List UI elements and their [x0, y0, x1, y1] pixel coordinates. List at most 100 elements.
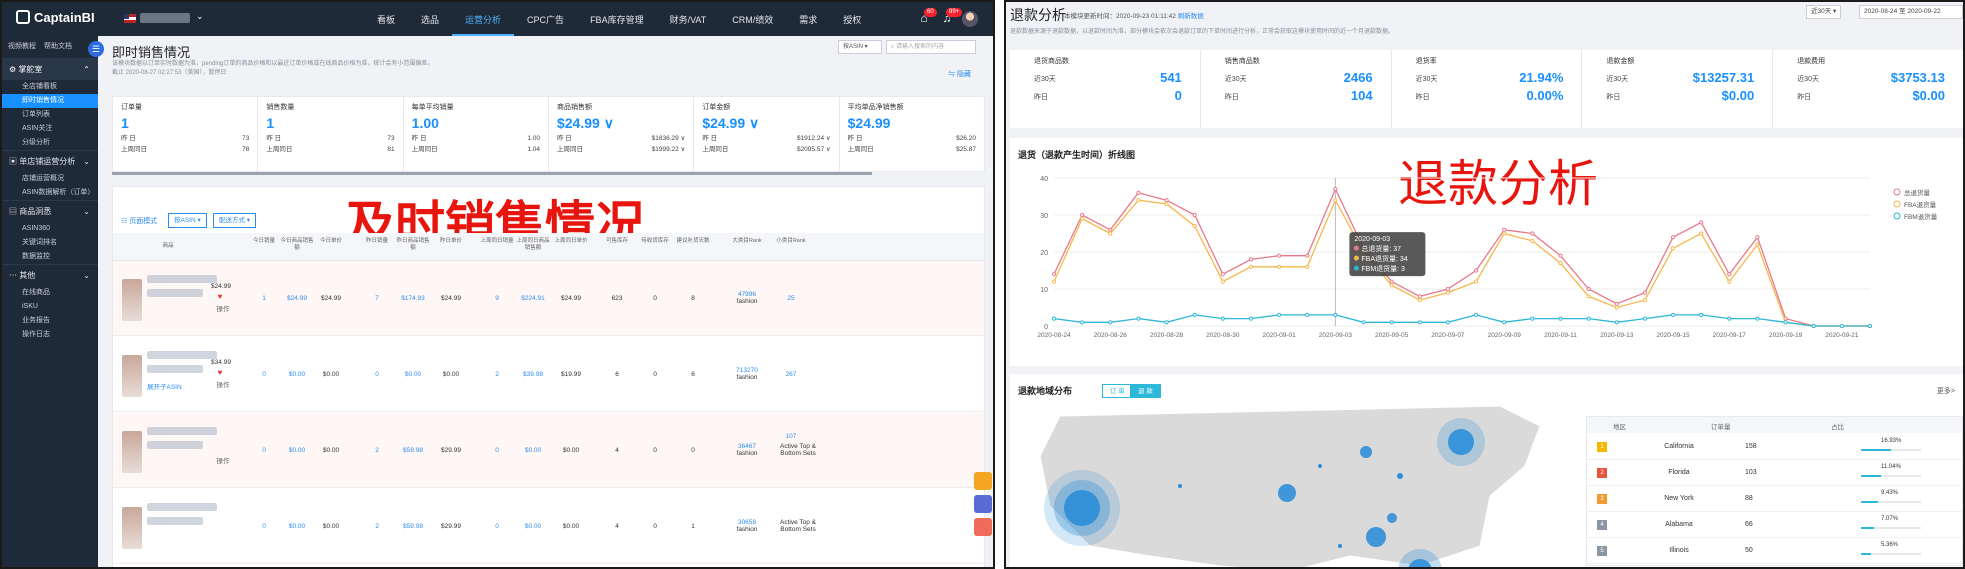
table-cell[interactable]: $59.98: [395, 447, 431, 454]
horizontal-scrollbar[interactable]: [112, 172, 872, 175]
rank-big-value[interactable]: 47996: [729, 291, 765, 298]
rank-small[interactable]: 107: [773, 433, 809, 440]
date-range-picker[interactable]: 2020-08-24 至 2020-09-22: [1859, 5, 1963, 19]
coupon-icon[interactable]: [974, 472, 992, 490]
sidebar-item[interactable]: iSKU: [2, 300, 98, 314]
column-header[interactable]: 待收货库存: [637, 238, 673, 245]
filter-ship-button[interactable]: 配送方式 ▾: [213, 213, 257, 228]
rank-big-value[interactable]: 30658: [729, 519, 765, 526]
sidebar-item[interactable]: 全店铺看板: [2, 80, 98, 94]
table-cell[interactable]: $0.00: [515, 523, 551, 530]
nav-item[interactable]: CPC广告: [514, 13, 577, 36]
table-cell[interactable]: $24.99: [279, 295, 315, 302]
sidebar-item[interactable]: 数据监控: [2, 250, 98, 264]
rank-big-value[interactable]: 36467: [729, 443, 765, 450]
view-mode-toggle[interactable]: ☷ 页面模式: [121, 216, 157, 226]
sidebar-group[interactable]: ▤ 商品洞悉 ⌄: [2, 200, 98, 222]
asin-select[interactable]: 按ASIN ▾: [838, 40, 882, 54]
sidebar-item[interactable]: ASIN关注: [2, 122, 98, 136]
product-asin[interactable]: [147, 441, 203, 449]
region-row[interactable]: 2 Florida 103 11.04%: [1587, 461, 1962, 486]
column-header[interactable]: 昨日商品销售额: [395, 238, 431, 252]
support-icon[interactable]: [974, 495, 992, 513]
product-thumbnail[interactable]: [122, 431, 142, 473]
sidebar-top-link[interactable]: 帮助文档: [44, 43, 72, 50]
table-cell[interactable]: 0: [479, 523, 515, 530]
table-cell[interactable]: 0: [359, 371, 395, 378]
nav-item[interactable]: 选品: [408, 13, 452, 36]
avatar[interactable]: [962, 11, 978, 27]
column-header[interactable]: 大类目Rank: [729, 238, 765, 245]
rank-big[interactable]: 713270 fashion: [729, 367, 765, 381]
store-selector[interactable]: [140, 13, 190, 23]
sidebar-group[interactable]: ⋯ 其他 ⌄: [2, 264, 98, 286]
sidebar-item[interactable]: ASIN数据解析（订单）: [2, 186, 98, 200]
region-row[interactable]: 1 California 158 16.93%: [1587, 435, 1962, 460]
table-cell[interactable]: $0.00: [279, 371, 315, 378]
us-map[interactable]: [1020, 406, 1580, 569]
table-cell[interactable]: 1: [246, 295, 282, 302]
hide-toggle[interactable]: ⇋ 隐藏: [948, 69, 971, 79]
product-title[interactable]: [147, 275, 217, 283]
refresh-link[interactable]: 刷新数据: [1178, 13, 1204, 20]
table-cell[interactable]: $224.91: [515, 295, 551, 302]
region-row[interactable]: 4 Alabama 66 7.07%: [1587, 513, 1962, 538]
heart-icon[interactable]: ♥: [213, 368, 227, 377]
range-select[interactable]: 近30天 ▾: [1806, 5, 1842, 19]
table-cell[interactable]: $0.00: [395, 371, 431, 378]
product-title[interactable]: [147, 351, 217, 359]
product-thumbnail[interactable]: [122, 507, 142, 549]
product-asin[interactable]: [147, 517, 203, 525]
sidebar-item[interactable]: 店铺运营概况: [2, 172, 98, 186]
sidebar-item[interactable]: 订单列表: [2, 108, 98, 122]
chevron-down-icon[interactable]: ⌄: [196, 11, 204, 22]
column-header[interactable]: 小类目Rank: [773, 238, 809, 245]
nav-item[interactable]: 财务/VAT: [657, 13, 720, 36]
product-asin[interactable]: [147, 365, 203, 373]
sidebar-item[interactable]: 业务报告: [2, 314, 98, 328]
table-cell[interactable]: $0.00: [279, 523, 315, 530]
more-link[interactable]: 更多>: [1937, 386, 1955, 396]
rank-big[interactable]: 47996 fashion: [729, 291, 765, 305]
sidebar-item[interactable]: 操作日志: [2, 328, 98, 342]
app-logo[interactable]: CaptainBI: [16, 10, 95, 25]
column-header[interactable]: 建议补货天数: [675, 238, 711, 245]
table-cell[interactable]: 9: [479, 295, 515, 302]
nav-item[interactable]: FBA库存管理: [577, 13, 657, 36]
action-dropdown[interactable]: 操作: [213, 303, 233, 313]
region-row[interactable]: 5 Illinois 50 5.36%: [1587, 539, 1962, 564]
product-thumbnail[interactable]: [122, 279, 142, 321]
table-cell[interactable]: $0.00: [515, 447, 551, 454]
sidebar-item[interactable]: 分级分析: [2, 136, 98, 150]
column-header[interactable]: 商品: [153, 243, 183, 250]
heart-icon[interactable]: ♥: [213, 292, 227, 301]
rank-small[interactable]: 267: [773, 371, 809, 378]
column-header[interactable]: 今日销量: [246, 238, 282, 245]
table-cell[interactable]: 0: [246, 523, 282, 530]
rank-small[interactable]: 25: [773, 295, 809, 302]
sidebar-item[interactable]: 在线商品: [2, 286, 98, 300]
table-cell[interactable]: 7: [359, 295, 395, 302]
rank-big[interactable]: 36467 fashion: [729, 443, 765, 457]
nav-item[interactable]: 运营分析: [452, 13, 515, 36]
action-dropdown[interactable]: 操作: [213, 455, 233, 465]
table-cell[interactable]: $174.93: [395, 295, 431, 302]
region-row[interactable]: 3 New York 88 9.43%: [1587, 487, 1962, 512]
table-cell[interactable]: $39.98: [515, 371, 551, 378]
expand-child-asin[interactable]: 展开子ASIN: [147, 381, 207, 391]
column-header[interactable]: 上周同日单价: [553, 238, 589, 245]
sidebar-item[interactable]: 即时销售情况: [2, 94, 98, 108]
sidebar-item[interactable]: ASIN360: [2, 222, 98, 236]
product-asin[interactable]: [147, 289, 203, 297]
nav-item[interactable]: CRM/绩效: [719, 13, 786, 36]
toggle-refunds[interactable]: 退 款: [1130, 384, 1161, 398]
table-cell[interactable]: 0: [479, 447, 515, 454]
gift-icon[interactable]: [974, 518, 992, 536]
table-cell[interactable]: 2: [479, 371, 515, 378]
table-cell[interactable]: $59.98: [395, 523, 431, 530]
table-cell[interactable]: 0: [246, 371, 282, 378]
table-cell[interactable]: 0: [246, 447, 282, 454]
table-cell[interactable]: $0.00: [279, 447, 315, 454]
sidebar-top-link[interactable]: 视频教程: [8, 43, 36, 50]
column-header[interactable]: 上周同日销量: [479, 238, 515, 245]
